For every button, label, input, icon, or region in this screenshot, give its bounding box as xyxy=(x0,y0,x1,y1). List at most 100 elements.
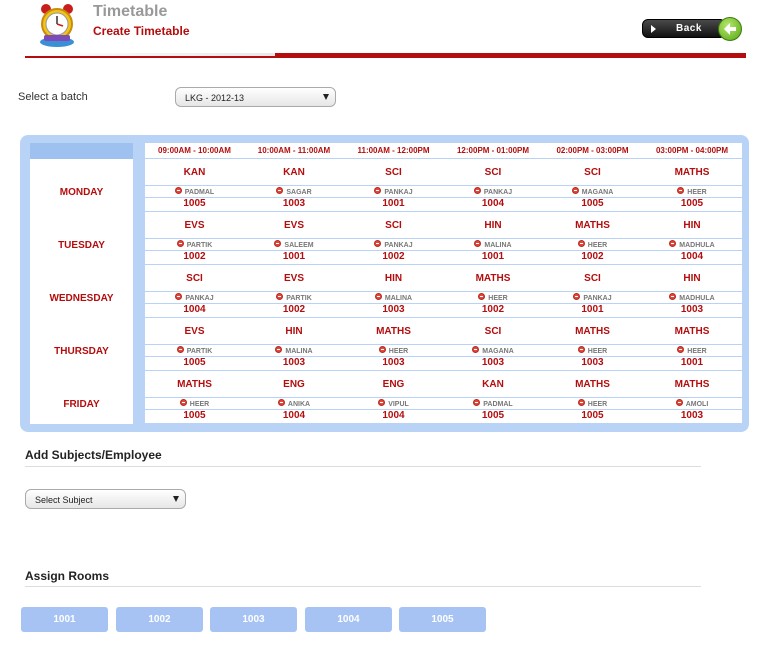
remove-icon[interactable] xyxy=(179,399,187,406)
remove-icon[interactable] xyxy=(274,240,282,247)
employee-row: HEER xyxy=(643,344,742,356)
time-header-row: 09:00AM - 10:00AM 10:00AM - 11:00AM 11:00A… xyxy=(145,143,742,159)
employee-row: HEER xyxy=(543,238,642,250)
subject-select-value: Select Subject xyxy=(35,495,93,505)
employee-row: MALINA xyxy=(344,291,443,303)
remove-icon[interactable] xyxy=(577,399,585,406)
room-button[interactable]: 1003 xyxy=(210,607,297,632)
subject-label: MATHS xyxy=(177,379,212,390)
employee-wrap: HEER xyxy=(543,240,642,249)
employee-name: HEER xyxy=(388,348,409,355)
grid-line xyxy=(145,303,742,304)
room-number: 1002 xyxy=(183,251,206,262)
subject-select[interactable]: Select Subject xyxy=(25,489,186,509)
room-number: 1004 xyxy=(680,251,704,262)
subject-label: EVS xyxy=(283,220,304,231)
remove-icon[interactable] xyxy=(478,293,486,300)
subject-label: KAN xyxy=(283,167,305,178)
employee-row: HEER xyxy=(344,344,443,356)
subject-label: MATHS xyxy=(575,379,610,390)
remove-icon[interactable] xyxy=(473,399,481,406)
remove-icon[interactable] xyxy=(374,240,382,247)
employee-name: HEER xyxy=(687,348,707,355)
batch-select[interactable]: LKG - 2012-13 xyxy=(175,87,336,107)
employee-row: PANKAJ xyxy=(444,185,543,197)
remove-icon[interactable] xyxy=(276,187,284,194)
remove-icon[interactable] xyxy=(573,293,581,300)
remove-icon[interactable] xyxy=(175,293,183,300)
employee-name: HEER xyxy=(587,348,608,355)
remove-icon[interactable] xyxy=(176,346,184,353)
remove-icon[interactable] xyxy=(374,293,382,300)
subject-label: EVS xyxy=(184,326,205,337)
remove-icon[interactable] xyxy=(276,293,284,300)
section-divider xyxy=(25,466,701,467)
employee-name: MALINA xyxy=(484,242,512,249)
employee-name: SAGAR xyxy=(286,189,312,196)
remove-icon[interactable] xyxy=(669,293,677,300)
remove-icon[interactable] xyxy=(577,346,585,353)
employee-name: PANKAJ xyxy=(583,295,612,302)
back-arrow-icon[interactable] xyxy=(718,17,742,41)
grid-line xyxy=(145,197,742,198)
grid-line xyxy=(145,397,742,398)
subject-label: SCI xyxy=(584,167,601,178)
remove-icon[interactable] xyxy=(174,187,182,194)
subject-label: SCI xyxy=(385,167,402,178)
employee-wrap: PADMAL xyxy=(444,399,543,408)
remove-icon[interactable] xyxy=(275,346,283,353)
remove-icon[interactable] xyxy=(378,346,386,353)
employee-name: HEER xyxy=(587,242,608,249)
room-number: 1001 xyxy=(282,251,306,262)
employee-name: MAGANA xyxy=(482,348,514,355)
room-button[interactable]: 1005 xyxy=(399,607,486,632)
subject-label: KAN xyxy=(482,379,504,390)
remove-icon[interactable] xyxy=(677,346,685,353)
remove-icon[interactable] xyxy=(474,240,482,247)
employee-wrap: MALINA xyxy=(344,293,443,302)
employee-row: SAGAR xyxy=(245,185,344,197)
grid-line xyxy=(145,317,742,318)
grid-line xyxy=(145,370,742,371)
subject-label: KAN xyxy=(183,167,206,178)
remove-icon[interactable] xyxy=(374,187,382,194)
employee-wrap: HEER xyxy=(543,346,642,355)
remove-icon[interactable] xyxy=(675,399,683,406)
remove-icon[interactable] xyxy=(378,399,386,406)
remove-icon[interactable] xyxy=(571,187,579,194)
back-button[interactable]: Back xyxy=(642,17,744,41)
batch-select-value: LKG - 2012-13 xyxy=(185,93,245,103)
subject-label: MATHS xyxy=(376,326,411,337)
remove-icon[interactable] xyxy=(677,187,685,194)
employee-name: MALINA xyxy=(285,348,313,355)
employee-wrap: AMOLI xyxy=(643,399,742,408)
remove-icon[interactable] xyxy=(176,240,184,247)
employee-row: SALEEM xyxy=(245,238,344,250)
employee-name: HEER xyxy=(488,295,508,302)
employee-row: PANKAJ xyxy=(344,185,443,197)
room-button[interactable]: 1004 xyxy=(305,607,392,632)
employee-row: HEER xyxy=(444,291,543,303)
alarm-clock-icon xyxy=(36,2,78,48)
remove-icon[interactable] xyxy=(472,346,480,353)
employee-wrap: PADMAL xyxy=(145,187,244,196)
employee-name: PANKAJ xyxy=(483,189,513,196)
employee-row: PANKAJ xyxy=(543,291,642,303)
remove-icon[interactable] xyxy=(577,240,585,247)
time-slot-header: 02:00PM - 03:00PM xyxy=(556,146,629,155)
day-label: WEDNESDAY xyxy=(49,293,114,304)
back-pill[interactable]: Back xyxy=(642,19,726,38)
remove-icon[interactable] xyxy=(669,240,677,247)
caret-down-icon xyxy=(173,496,179,502)
employee-name: HEER xyxy=(687,189,707,196)
time-slot-header: 03:00PM - 04:00PM xyxy=(655,146,729,155)
remove-icon[interactable] xyxy=(277,399,285,406)
room-button[interactable]: 1002 xyxy=(116,607,203,632)
room-button[interactable]: 1001 xyxy=(21,607,108,632)
employee-wrap: PARTIK xyxy=(145,346,244,355)
remove-icon[interactable] xyxy=(473,187,481,194)
employee-row: MADHULA xyxy=(643,238,742,250)
employee-name: SALEEM xyxy=(284,242,314,249)
employee-wrap: HEER xyxy=(543,399,642,408)
employee-wrap: VIPUL xyxy=(344,399,443,408)
